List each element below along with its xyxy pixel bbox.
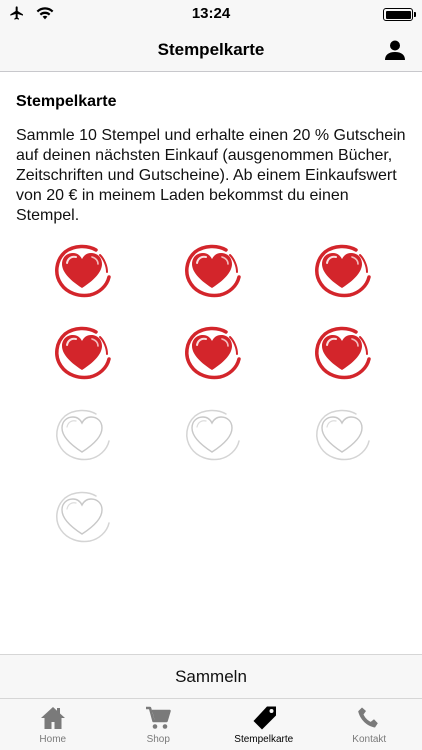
profile-icon[interactable] (384, 39, 406, 61)
stamp-heart-filled (52, 324, 112, 384)
home-icon (40, 707, 65, 729)
phone-icon (358, 707, 379, 728)
stamp-heart-empty (52, 488, 112, 548)
stamp-heart-filled (312, 242, 372, 302)
stamp-heart-empty (312, 406, 372, 466)
tab-home-label: Home (39, 734, 67, 745)
tab-kontakt-label: Kontakt (352, 734, 387, 745)
tag-icon (253, 706, 276, 730)
stamp-heart-empty (182, 406, 242, 466)
stamp-heart-filled (312, 324, 372, 384)
status-time: 13:24 (191, 5, 231, 22)
tab-bar: Home Shop Stempelkarte Kontakt (0, 699, 422, 750)
stamp-heart-filled (52, 242, 112, 302)
battery-icon (383, 8, 416, 21)
collect-button-label: Sammeln (175, 667, 247, 686)
tab-home[interactable]: Home (0, 699, 106, 750)
stamp-heart-filled (182, 242, 242, 302)
stamp-card-content: Stempelkarte Sammle 10 Stempel und erhal… (0, 73, 422, 226)
card-description: Sammle 10 Stempel und erhalte einen 20 %… (16, 127, 406, 224)
stamp-heart-empty (52, 406, 112, 466)
tab-kontakt[interactable]: Kontakt (317, 699, 422, 750)
card-title: Stempelkarte (16, 93, 117, 110)
status-bar: 13:24 (0, 0, 422, 28)
navigation-bar: Stempelkarte (0, 28, 422, 72)
cart-icon (146, 706, 171, 729)
page-title: Stempelkarte (157, 40, 265, 59)
tab-shop[interactable]: Shop (106, 699, 212, 750)
collect-button[interactable]: Sammeln (0, 654, 422, 699)
stamp-heart-filled (182, 324, 242, 384)
tab-stempelkarte-label: Stempelkarte (234, 734, 294, 745)
tab-shop-label: Shop (146, 734, 170, 745)
tab-stempelkarte[interactable]: Stempelkarte (211, 699, 317, 750)
